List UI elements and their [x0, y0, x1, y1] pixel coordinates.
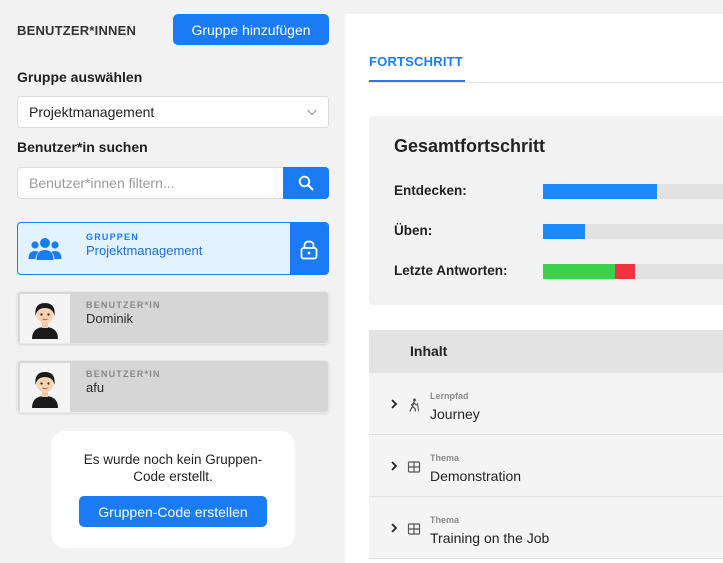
content-row[interactable]: Thema Demonstration	[369, 435, 723, 497]
progress-label: Entdecken:	[394, 183, 467, 198]
progress-bar-fill	[543, 264, 615, 279]
user-card-kicker: BENUTZER*IN	[86, 369, 161, 379]
content-row-title: Demonstration	[430, 468, 522, 484]
add-group-button[interactable]: Gruppe hinzufügen	[173, 14, 329, 45]
tab-fortschritt[interactable]: FORTSCHRITT	[369, 54, 463, 69]
progress-bar-fill	[615, 264, 635, 279]
group-select[interactable]: Projektmanagement	[17, 96, 329, 128]
avatar	[20, 363, 70, 412]
content-header: Inhalt	[369, 330, 723, 373]
chevron-down-icon	[307, 109, 317, 116]
content-row-kind: Lernpfad	[430, 391, 469, 401]
group-card-name: Projektmanagement	[86, 243, 203, 258]
progress-title: Gesamtfortschritt	[394, 136, 546, 156]
progress-panel: FORTSCHRITT Gesamtfortschritt Entdecken:…	[345, 14, 723, 563]
content-row-kind: Thema	[430, 515, 460, 525]
progress-bar	[543, 224, 723, 239]
search-icon	[298, 175, 314, 191]
group-code-message: Es wurde noch kein Gruppen-Code erstellt…	[83, 452, 263, 484]
group-card-kicker: GRUPPEN	[86, 232, 139, 242]
group-code-box: Es wurde noch kein Gruppen-Code erstellt…	[51, 431, 295, 548]
group-card[interactable]: GRUPPEN Projektmanagement	[17, 222, 329, 275]
user-card[interactable]: BENUTZER*IN afu	[17, 360, 329, 413]
user-avatar-icon	[32, 302, 58, 339]
grid-icon	[407, 523, 421, 535]
chevron-right-icon[interactable]	[389, 461, 399, 471]
content-header-label: Inhalt	[410, 343, 448, 359]
group-select-value: Projektmanagement	[29, 104, 155, 120]
create-group-code-button[interactable]: Gruppen-Code erstellen	[79, 496, 267, 527]
grid-icon	[407, 461, 421, 473]
chevron-right-icon[interactable]	[389, 523, 399, 533]
user-card-name: Dominik	[86, 311, 133, 326]
progress-bar	[543, 264, 723, 279]
user-avatar-icon	[32, 371, 58, 408]
overall-progress-card: Gesamtfortschritt Entdecken: Üben: Letzt…	[369, 116, 723, 305]
user-search	[17, 167, 329, 199]
user-card-kicker: BENUTZER*IN	[86, 300, 161, 310]
content-row[interactable]: Lernpfad Journey	[369, 373, 723, 435]
progress-bar-fill	[543, 224, 585, 239]
progress-bar	[543, 184, 723, 199]
lock-button[interactable]	[290, 223, 328, 274]
search-input[interactable]	[17, 167, 283, 199]
chevron-right-icon[interactable]	[389, 399, 399, 409]
panel-heading: BENUTZER*INNEN	[17, 23, 137, 38]
user-card[interactable]: BENUTZER*IN Dominik	[17, 291, 329, 344]
hiker-icon	[409, 398, 419, 412]
tab-divider	[369, 82, 723, 83]
lock-icon	[300, 240, 318, 259]
search-user-label: Benutzer*in suchen	[17, 139, 148, 155]
progress-label: Üben:	[394, 223, 433, 238]
user-card-name: afu	[86, 380, 105, 395]
content-row-title: Training on the Job	[430, 530, 550, 546]
progress-label: Letzte Antworten:	[394, 263, 508, 278]
content-row-title: Journey	[430, 406, 480, 422]
search-button[interactable]	[283, 167, 329, 199]
content-row-kind: Thema	[430, 453, 460, 463]
progress-bar-fill	[543, 184, 657, 199]
select-group-label: Gruppe auswählen	[17, 69, 143, 85]
group-users-icon	[28, 238, 62, 260]
content-row[interactable]: Thema Training on the Job	[369, 497, 723, 559]
users-panel: BENUTZER*INNEN Gruppe hinzufügen Gruppe …	[0, 0, 345, 563]
avatar	[20, 294, 70, 343]
